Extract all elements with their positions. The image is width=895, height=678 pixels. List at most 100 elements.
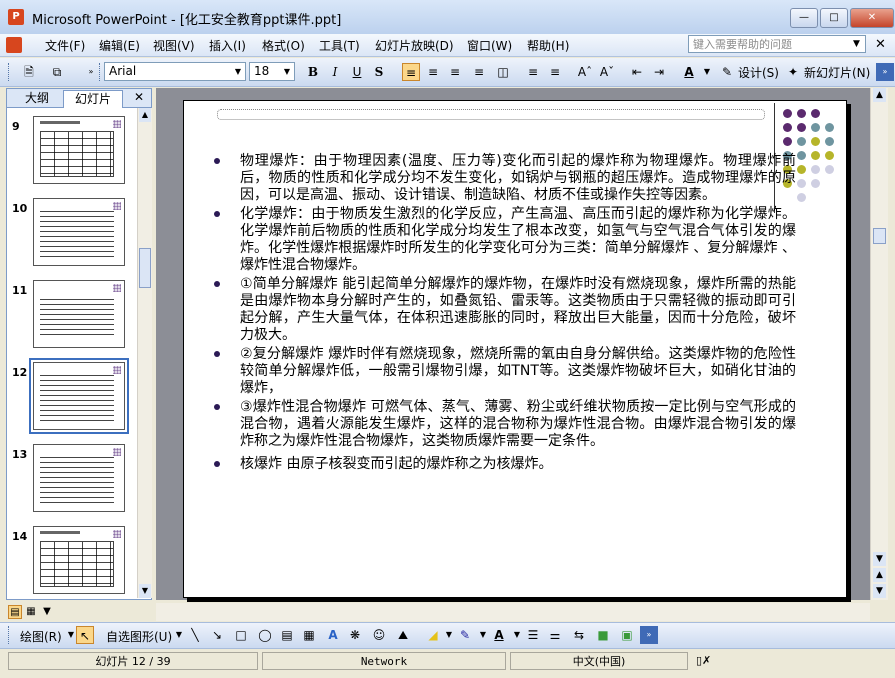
slideshow-icon[interactable]: ▼ (40, 605, 54, 619)
close-window-button[interactable]: ✕ (850, 8, 894, 28)
menu-edit[interactable]: 编辑(E) (99, 37, 140, 54)
textbox-icon[interactable]: ▤ (278, 626, 296, 644)
chevron-down-icon[interactable]: ▼ (698, 63, 716, 81)
decrease-font-icon[interactable]: Aˇ (598, 63, 616, 81)
tab-slides[interactable]: 幻灯片 (63, 90, 123, 108)
oval-icon[interactable]: ◯ (256, 626, 274, 644)
underline-button[interactable]: U (348, 63, 366, 81)
line-style-icon[interactable]: ☰ (524, 626, 542, 644)
close-document-icon[interactable]: ✕ (875, 37, 886, 52)
shadow-button[interactable]: S (370, 63, 388, 81)
spelling-check-icon[interactable]: ▯✗ (690, 652, 886, 670)
slide-thumbnail-11[interactable] (33, 280, 125, 348)
maximize-button[interactable]: □ (820, 8, 848, 28)
horizontal-scrollbar[interactable] (156, 603, 870, 621)
window-title: Microsoft PowerPoint - [化工安全教育ppt课件.ppt] (32, 13, 342, 28)
scroll-down-icon[interactable]: ▼ (139, 584, 151, 598)
scroll-up-icon[interactable]: ▲ (139, 108, 151, 122)
font-color-icon[interactable]: A (680, 63, 698, 81)
menu-tools[interactable]: 工具(T) (319, 37, 360, 54)
increase-indent-icon[interactable]: ⇥ (650, 63, 668, 81)
document-icon[interactable] (6, 37, 22, 53)
rectangle-icon[interactable]: □ (232, 626, 250, 644)
italic-button[interactable]: I (326, 63, 344, 81)
toolbar-options-icon[interactable]: » (876, 63, 894, 81)
scroll-down-icon[interactable]: ▼ (873, 552, 886, 566)
line-icon[interactable]: ╲ (186, 626, 204, 644)
column-icon[interactable]: ◫ (494, 63, 512, 81)
thumbnail-scrollbar[interactable]: ▲ ▼ (137, 108, 152, 598)
tab-outline[interactable]: 大纲 (15, 90, 59, 107)
menu-help[interactable]: 帮助(H) (527, 37, 569, 54)
toolbar-options-icon[interactable]: » (82, 63, 100, 81)
copy-icon[interactable]: ⧉ (48, 63, 66, 81)
slide-thumbnail-13[interactable] (33, 444, 125, 512)
line-color-icon[interactable]: ✎ (456, 626, 474, 644)
new-slide-icon[interactable]: ✦ (784, 63, 802, 81)
menu-window[interactable]: 窗口(W) (467, 37, 512, 54)
drawing-toolbar: 绘图(R) ▼ ↖ 自选图形(U) ▼ ╲ ↘ □ ◯ ▤ ▦ A ❋ ☺ ⛰ … (0, 622, 895, 649)
slide-thumbnail-12[interactable] (29, 358, 129, 434)
3d-style-icon[interactable]: ▣ (618, 626, 636, 644)
next-slide-icon[interactable]: ▼ (873, 584, 886, 598)
wordart-icon[interactable]: A (324, 626, 342, 644)
decrease-indent-icon[interactable]: ⇤ (628, 63, 646, 81)
close-pane-icon[interactable]: ✕ (134, 90, 144, 104)
menu-slideshow[interactable]: 幻灯片放映(D) (375, 37, 454, 54)
font-size-select[interactable]: 18 ▼ (249, 62, 295, 81)
vertical-textbox-icon[interactable]: ▦ (300, 626, 318, 644)
minimize-button[interactable]: — (790, 8, 818, 28)
normal-view-icon[interactable]: ▤ (8, 605, 22, 619)
menu-view[interactable]: 视图(V) (153, 37, 195, 54)
menu-format[interactable]: 格式(O) (262, 37, 305, 54)
align-center-button[interactable]: ≡ (424, 63, 442, 81)
draw-menu-button[interactable]: 绘图(R) (20, 628, 62, 645)
autoshapes-button[interactable]: 自选图形(U) (106, 628, 172, 645)
clipart-icon[interactable]: ☺ (370, 626, 388, 644)
shadow-style-icon[interactable]: ■ (594, 626, 612, 644)
scroll-up-icon[interactable]: ▲ (873, 88, 886, 102)
help-search-input[interactable]: 键入需要帮助的问题 (688, 35, 866, 53)
bold-button[interactable]: B (304, 63, 322, 81)
toolbar-grip[interactable] (8, 63, 12, 81)
align-left-button[interactable]: ≡ (402, 63, 420, 81)
menu-insert[interactable]: 插入(I) (209, 37, 246, 54)
font-color-icon[interactable]: A (490, 626, 508, 644)
title-placeholder[interactable] (217, 109, 765, 120)
new-document-icon[interactable]: 🗎 (20, 63, 38, 81)
current-slide[interactable]: 物理爆炸：由于物理因素(温度、压力等)变化而引起的爆炸称为物理爆炸。物理爆炸前后… (183, 100, 847, 598)
slide-sorter-icon[interactable]: ▦ (24, 605, 38, 619)
design-icon[interactable]: ✎ (718, 63, 736, 81)
scrollbar-thumb[interactable] (873, 228, 886, 244)
dash-style-icon[interactable]: ⚌ (546, 626, 564, 644)
design-button[interactable]: 设计(S) (738, 64, 779, 81)
align-right-button[interactable]: ≡ (446, 63, 464, 81)
increase-font-icon[interactable]: Aˆ (576, 63, 594, 81)
menu-file[interactable]: 文件(F) (45, 37, 85, 54)
picture-icon[interactable]: ⛰ (394, 626, 412, 644)
scrollbar-thumb[interactable] (139, 248, 151, 288)
thumbnail-number: 11 (12, 284, 28, 297)
toolbar-options-icon[interactable]: » (640, 626, 658, 644)
numbering-icon[interactable]: ≡ (524, 63, 542, 81)
bullet-item: 核爆炸 由原子核裂变而引起的爆炸称之为核爆炸。 (214, 456, 796, 473)
previous-slide-icon[interactable]: ▲ (873, 568, 886, 582)
slide-scrollbar[interactable]: ▲ ▼ ▲ ▼ (870, 88, 888, 600)
help-dropdown-icon[interactable]: ▼ (853, 39, 860, 49)
chevron-down-icon[interactable]: ▼ (232, 64, 244, 79)
select-pointer-icon[interactable]: ↖ (76, 626, 94, 644)
slide-thumbnail-10[interactable] (33, 198, 125, 266)
diagram-icon[interactable]: ❋ (346, 626, 364, 644)
slide-thumbnail-14[interactable] (33, 526, 125, 594)
powerpoint-app-icon[interactable]: P (8, 9, 24, 25)
toolbar-grip[interactable] (8, 626, 12, 644)
new-slide-button[interactable]: 新幻灯片(N) (804, 64, 870, 81)
arrow-icon[interactable]: ↘ (208, 626, 226, 644)
chevron-down-icon[interactable]: ▼ (281, 64, 293, 79)
justify-button[interactable]: ≡ (470, 63, 488, 81)
slide-body-text[interactable]: 物理爆炸：由于物理因素(温度、压力等)变化而引起的爆炸称为物理爆炸。物理爆炸前后… (214, 153, 796, 475)
bullets-icon[interactable]: ≡ (546, 63, 564, 81)
slide-thumbnail-9[interactable] (33, 116, 125, 184)
arrow-style-icon[interactable]: ⇆ (570, 626, 588, 644)
font-name-select[interactable]: Arial ▼ (104, 62, 246, 81)
